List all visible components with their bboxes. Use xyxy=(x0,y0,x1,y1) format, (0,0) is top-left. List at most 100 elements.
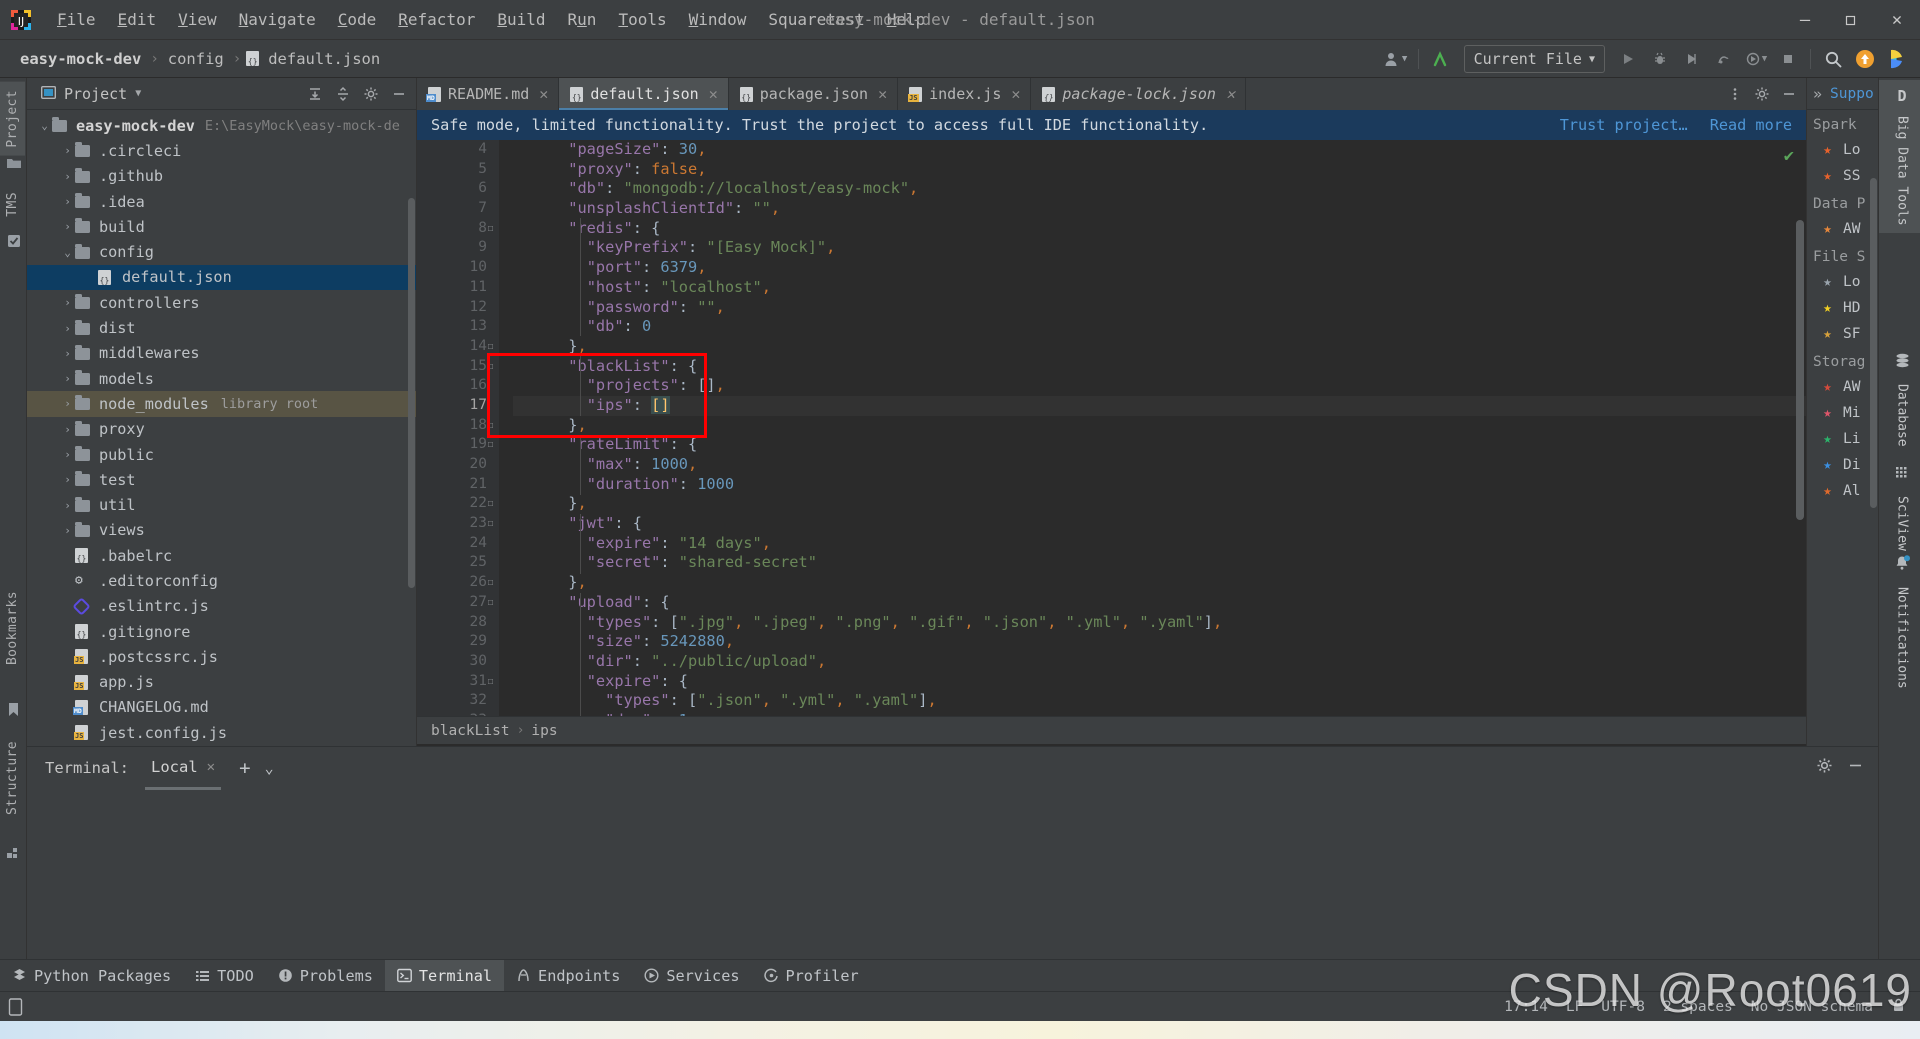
chevron-right-icon[interactable]: › xyxy=(60,397,75,410)
user-icon[interactable]: ▼ xyxy=(1381,44,1411,74)
code-line-9[interactable]: "keyPrefix": "[Easy Mock]", xyxy=(513,238,1806,258)
gutter-line-13[interactable]: 13 xyxy=(417,317,499,337)
tree-item-app-js[interactable]: app.js xyxy=(27,670,416,695)
tool-window-button-python-packages[interactable]: Python Packages xyxy=(0,960,183,992)
close-icon[interactable]: ✕ xyxy=(709,85,718,103)
line-separator[interactable]: LF xyxy=(1566,999,1583,1015)
menu-file[interactable]: File xyxy=(46,6,107,33)
code-line-31[interactable]: "expire": { xyxy=(513,672,1806,692)
chevron-right-icon[interactable]: › xyxy=(60,220,75,233)
tree-item-util[interactable]: › util xyxy=(27,492,416,517)
tree-item--editorconfig[interactable]: ⚙ .editorconfig xyxy=(27,568,416,593)
close-icon[interactable]: ✕ xyxy=(539,85,548,103)
gutter-line-33[interactable]: 33 xyxy=(417,711,499,716)
tree-item--eslintrc-js[interactable]: .eslintrc.js xyxy=(27,594,416,619)
code-line-17[interactable]: "ips": [] xyxy=(513,395,1806,416)
tool-window-button-profiler[interactable]: Profiler xyxy=(752,960,871,992)
fold-collapse-icon[interactable]: ☐ xyxy=(484,357,497,377)
fold-collapse-icon[interactable]: ☐ xyxy=(484,219,497,239)
close-icon[interactable]: ✕ xyxy=(207,759,215,775)
code-editor[interactable]: 4 5 6 7 ☐ 8 9 10 11 12 13 ☐ 14 ☐ 15 16 17 ☐ 18 ☐ 19 20 21 ☐ 22 ☐ 2… xyxy=(417,140,1806,716)
code-line-26[interactable]: }, xyxy=(513,573,1806,593)
tree-item-test[interactable]: › test xyxy=(27,467,416,492)
code-line-29[interactable]: "size": 5242880, xyxy=(513,632,1806,652)
code-line-13[interactable]: "db": 0 xyxy=(513,317,1806,337)
indent-setting[interactable]: 2 spaces xyxy=(1663,999,1733,1015)
tree-item-easy-mock-dev[interactable]: ⌄ easy-mock-dev E:\EasyMock\easy-mock-de xyxy=(27,113,416,138)
terminal-settings-gear-icon[interactable] xyxy=(1816,757,1833,779)
chevron-right-icon[interactable]: › xyxy=(60,144,75,157)
gutter-line-5[interactable]: 5 xyxy=(417,160,499,180)
close-icon[interactable]: ✕ xyxy=(878,85,887,103)
breadcrumb-config[interactable]: config xyxy=(164,48,228,70)
checkmark-box-icon[interactable] xyxy=(0,230,27,252)
big-data-item-star-icon[interactable]: ★ SS xyxy=(1807,163,1878,189)
code-line-24[interactable]: "expire": "14 days", xyxy=(513,534,1806,554)
minimize-button[interactable]: – xyxy=(1782,0,1828,40)
tree-item-middlewares[interactable]: › middlewares xyxy=(27,341,416,366)
editor-breadcrumb-blacklist[interactable]: blackList xyxy=(431,723,510,739)
gutter-line-25[interactable]: 25 xyxy=(417,553,499,573)
gutter-line-4[interactable]: 4 xyxy=(417,140,499,160)
big-data-item-hadoop-elephant-icon[interactable]: ★ HD xyxy=(1807,295,1878,321)
menu-navigate[interactable]: Navigate xyxy=(228,6,327,33)
gutter-line-18[interactable]: ☐ 18 xyxy=(417,416,499,436)
chevron-right-icon[interactable]: › xyxy=(60,322,75,335)
chevron-down-icon[interactable]: ⌄ xyxy=(60,246,75,259)
breadcrumb-project[interactable]: easy-mock-dev xyxy=(16,48,145,70)
code-line-7[interactable]: "unsplashClientId": "", xyxy=(513,199,1806,219)
big-data-item-list[interactable]: Spark ★ Lo ★ SS Data P ★ AW File S ★ Lo ★ HD ★ SF Stora… xyxy=(1807,110,1878,504)
tree-item-default-json[interactable]: default.json xyxy=(27,264,416,291)
tree-item-node-modules[interactable]: › node_modules library root xyxy=(27,391,416,417)
editor-tab-bar[interactable]: README.md✕default.json✕package.json✕inde… xyxy=(417,78,1806,110)
debug-icon[interactable] xyxy=(1645,44,1675,74)
code-line-22[interactable]: }, xyxy=(513,494,1806,514)
gutter-line-26[interactable]: ☐ 26 xyxy=(417,573,499,593)
gutter-line-24[interactable]: 24 xyxy=(417,534,499,554)
code-line-4[interactable]: "pageSize": 30, xyxy=(513,140,1806,160)
fold-collapse-icon[interactable]: ☐ xyxy=(484,514,497,534)
caret-position[interactable]: 17:14 xyxy=(1504,999,1548,1015)
big-data-item-sftp-icon[interactable]: ★ SF xyxy=(1807,321,1878,347)
search-everywhere-icon[interactable] xyxy=(1818,44,1848,74)
tree-item-proxy[interactable]: › proxy xyxy=(27,417,416,442)
bookmark-icon[interactable] xyxy=(0,698,27,720)
run-configuration-selector[interactable]: Current File ▼ xyxy=(1463,45,1605,73)
terminal-hide-icon[interactable] xyxy=(1847,757,1864,779)
add-terminal-button[interactable]: + xyxy=(239,757,250,779)
tree-item--idea[interactable]: › .idea xyxy=(27,189,416,214)
big-data-item-star-icon[interactable]: ★ Lo xyxy=(1807,137,1878,163)
chevron-right-icon[interactable]: › xyxy=(60,524,75,537)
expand-all-icon[interactable] xyxy=(302,81,328,107)
editor-code-lines[interactable]: "pageSize": 30, "proxy": false, "db": "m… xyxy=(499,140,1806,716)
close-icon[interactable]: ✕ xyxy=(1226,85,1235,103)
tool-window-button-problems[interactable]: Problems xyxy=(266,960,385,992)
chevron-right-icon[interactable]: › xyxy=(60,347,75,360)
tree-item-controllers[interactable]: › controllers xyxy=(27,290,416,315)
chevron-right-icon[interactable]: › xyxy=(60,195,75,208)
code-line-16[interactable]: "projects": [], xyxy=(513,376,1806,396)
code-line-11[interactable]: "host": "localhost", xyxy=(513,278,1806,298)
terminal-tab-local[interactable]: Local ✕ xyxy=(144,758,222,790)
read-more-link[interactable]: Read more xyxy=(1710,116,1792,134)
code-line-27[interactable]: "upload": { xyxy=(513,593,1806,613)
tree-item--babelrc[interactable]: .babelrc xyxy=(27,543,416,568)
editor-settings-icon[interactable] xyxy=(1749,81,1775,107)
project-scrollbar[interactable] xyxy=(408,198,415,588)
gutter-line-11[interactable]: 11 xyxy=(417,278,499,298)
gutter-line-22[interactable]: ☐ 22 xyxy=(417,494,499,514)
chevron-right-icon[interactable]: › xyxy=(60,423,75,436)
editor-breadcrumb-ips[interactable]: ips xyxy=(531,723,557,739)
menu-help[interactable]: Help xyxy=(876,6,937,33)
gutter-line-31[interactable]: ☐ 31 xyxy=(417,672,499,692)
code-line-33[interactable]: "day": -1 xyxy=(513,711,1806,716)
gutter-line-28[interactable]: 28 xyxy=(417,613,499,633)
close-button[interactable]: ✕ xyxy=(1874,0,1920,40)
lock-icon[interactable] xyxy=(1891,997,1906,1017)
gutter-line-32[interactable]: 32 xyxy=(417,691,499,711)
chevron-right-icon[interactable]: › xyxy=(60,170,75,183)
ide-icon[interactable] xyxy=(1882,44,1912,74)
tree-item-config[interactable]: ⌄ config xyxy=(27,239,416,264)
updates-icon[interactable] xyxy=(1850,44,1880,74)
gutter-line-6[interactable]: 6 xyxy=(417,179,499,199)
